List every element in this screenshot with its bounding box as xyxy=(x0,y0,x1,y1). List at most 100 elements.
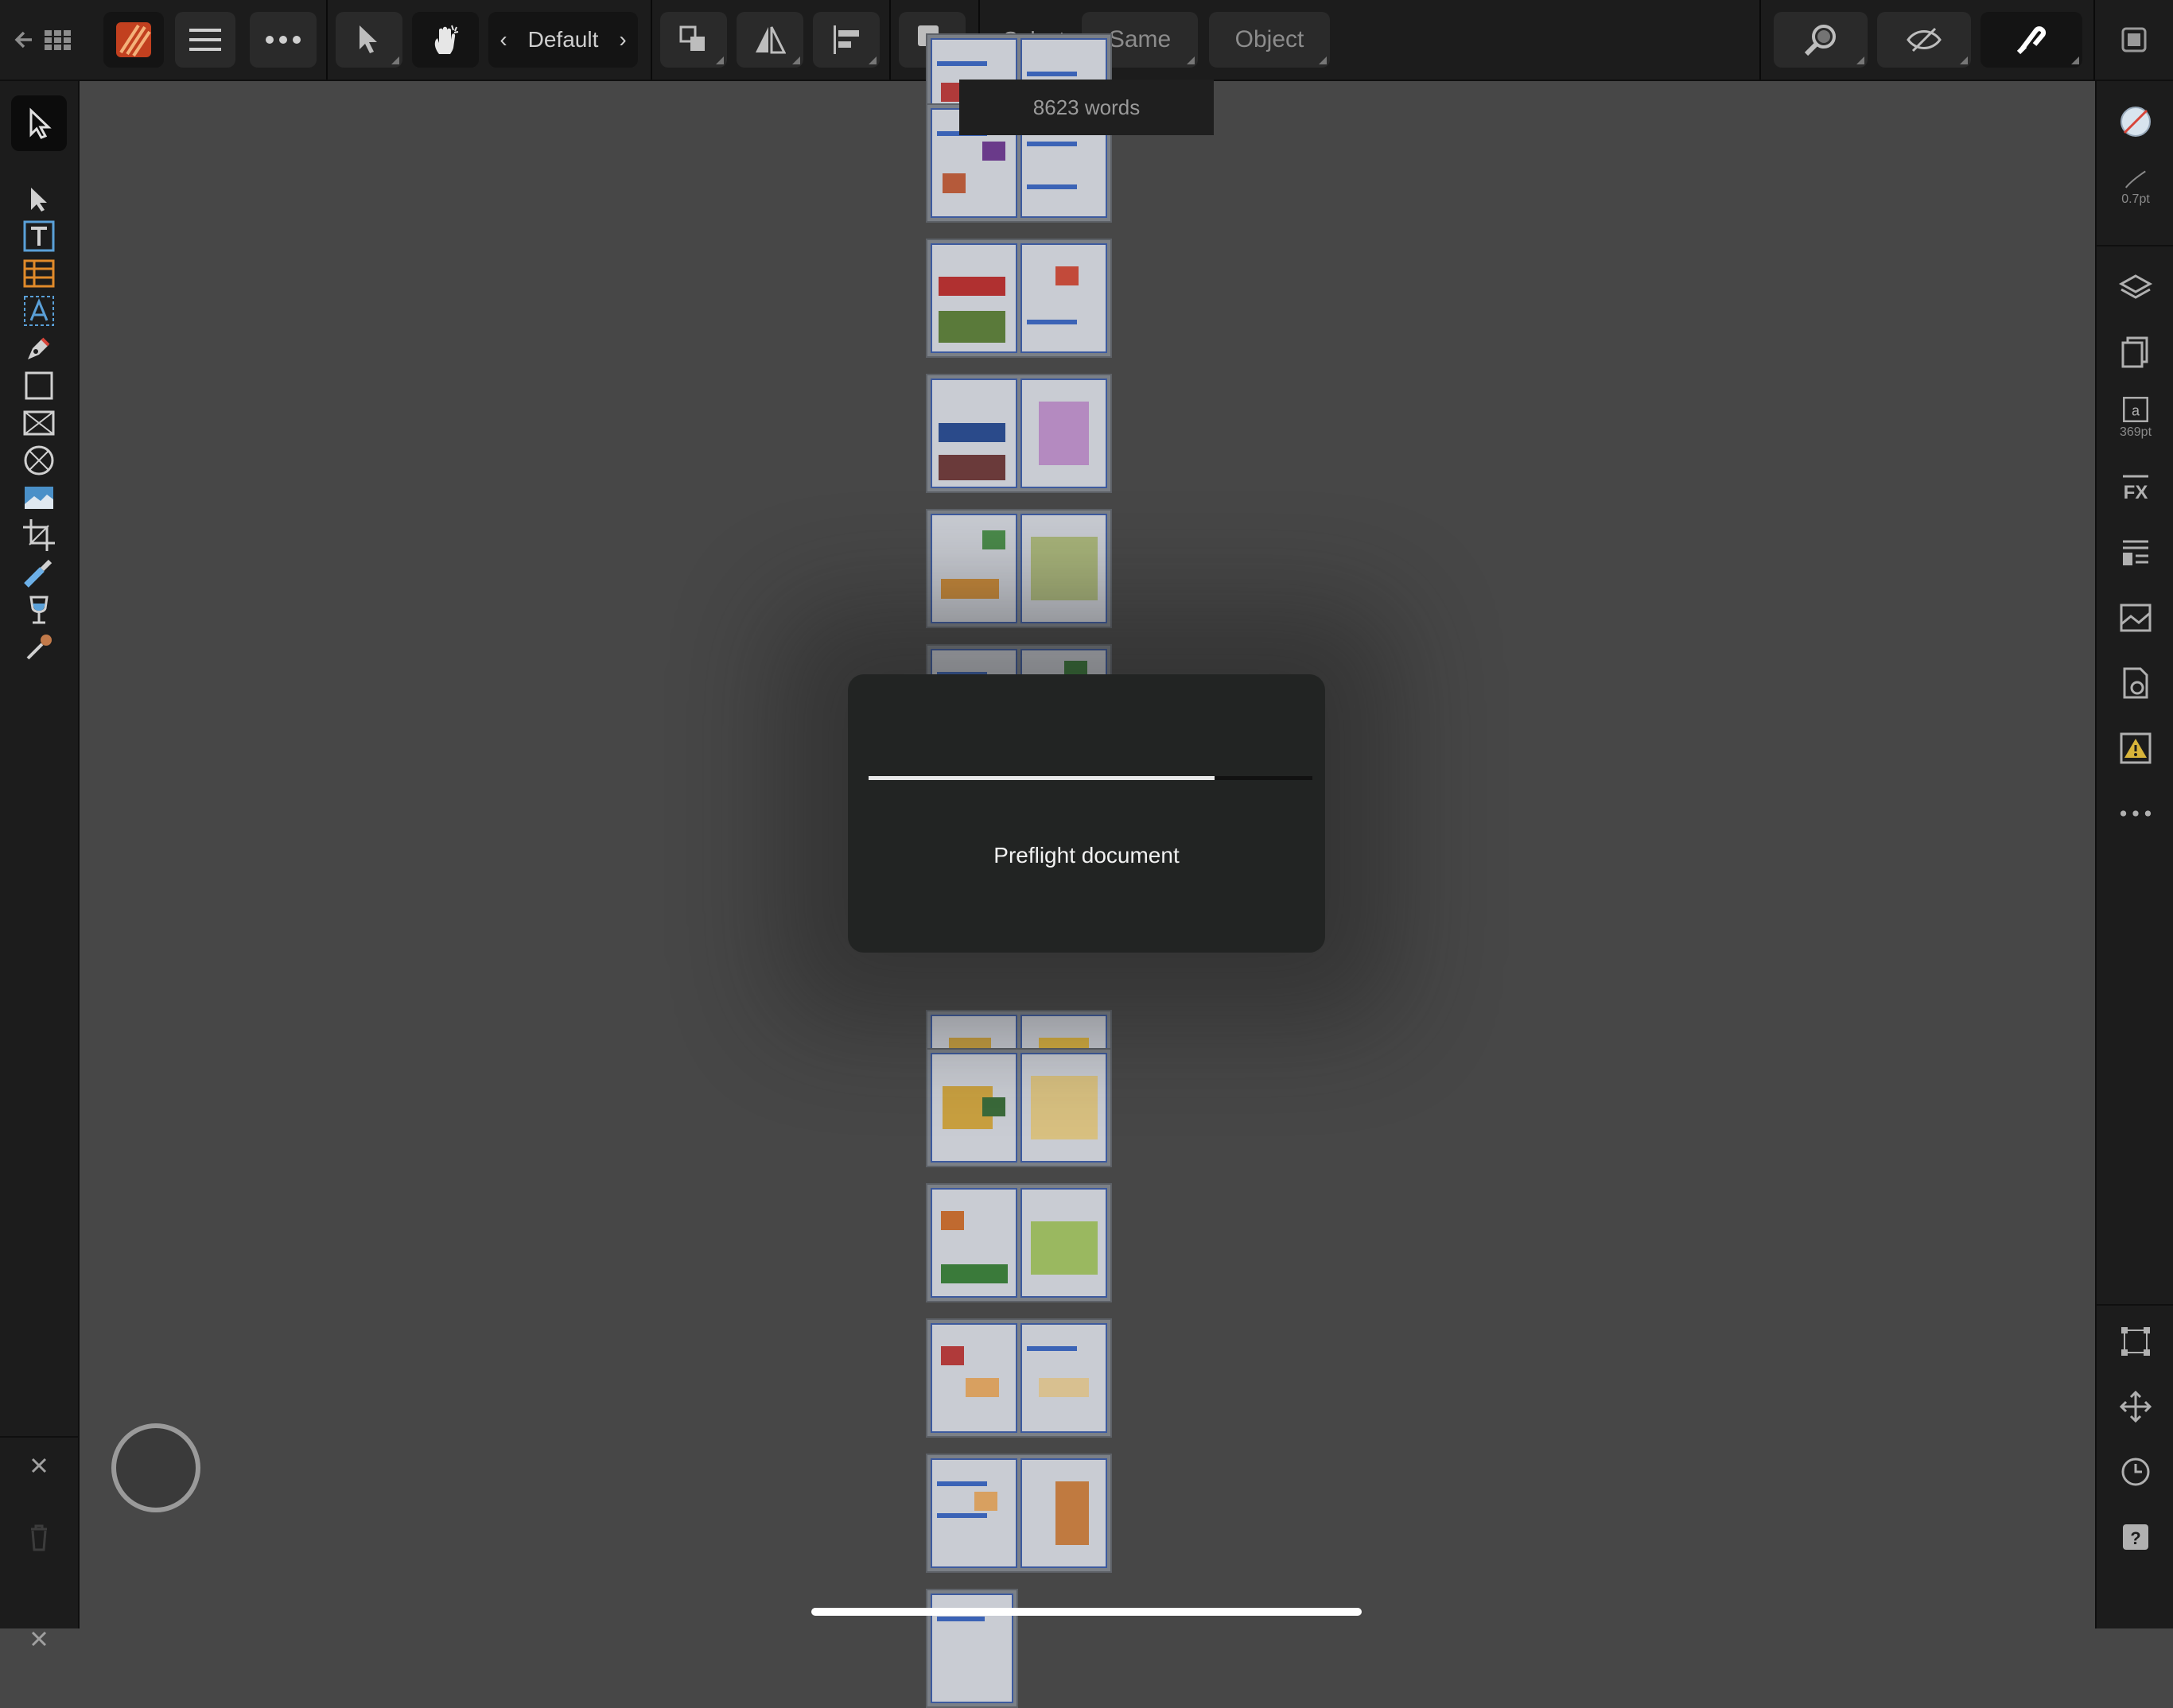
preset-label: Default xyxy=(527,27,599,52)
progress-dialog: Preflight document xyxy=(848,674,1325,953)
magnet-snapping-icon xyxy=(2016,26,2046,55)
document-menu-button[interactable] xyxy=(175,12,235,68)
word-count-text: 8623 words xyxy=(1032,95,1141,119)
stock-images-icon xyxy=(2120,604,2152,632)
publisher-persona-icon xyxy=(116,22,151,57)
help-button[interactable]: ? xyxy=(2108,1509,2163,1565)
close-icon xyxy=(31,1631,47,1647)
pages-icon xyxy=(2121,336,2148,368)
dismiss-button[interactable] xyxy=(11,1438,67,1493)
quick-action-circle-button[interactable] xyxy=(111,1423,200,1512)
arrow-cursor-icon xyxy=(360,25,377,53)
text-size-value: 369pt xyxy=(2119,425,2152,439)
arrange-button[interactable] xyxy=(660,12,727,68)
window-toggle-button[interactable] xyxy=(2106,12,2162,68)
stock-studio-button[interactable] xyxy=(2108,590,2163,646)
select-object-button[interactable]: Object xyxy=(1209,12,1330,68)
page-spread[interactable] xyxy=(926,374,1112,493)
more-options-button[interactable] xyxy=(250,12,317,68)
studio-panel: 0.7pt a 369pt FX ? xyxy=(2095,81,2173,1628)
progress-fill xyxy=(869,776,1215,780)
text-styles-icon xyxy=(2123,540,2148,565)
color-picker-tool[interactable] xyxy=(11,619,67,675)
word-count-tooltip: 8623 words xyxy=(959,80,1214,135)
hand-touch-icon xyxy=(434,25,459,54)
ellipsis-icon xyxy=(266,36,301,44)
fill-stroke-swatch[interactable] xyxy=(2108,94,2163,149)
close-x-icon xyxy=(31,1458,47,1473)
tools-panel xyxy=(0,81,80,1647)
preset-prev-icon[interactable]: ‹ xyxy=(500,27,507,52)
layers-icon xyxy=(2118,274,2153,299)
select-mode-button[interactable] xyxy=(336,12,402,68)
back-to-documents-button[interactable] xyxy=(11,12,84,68)
svg-text:FX: FX xyxy=(2124,482,2148,503)
page-spread[interactable] xyxy=(926,1048,1112,1167)
document-settings-button[interactable] xyxy=(2108,655,2163,711)
eye-view-icon xyxy=(1907,27,1942,52)
toolbar-separator xyxy=(326,0,328,80)
stroke-width-value: 0.7pt xyxy=(2121,192,2150,206)
character-icon: a xyxy=(2123,397,2148,422)
stroke-width-control[interactable]: 0.7pt xyxy=(2108,159,2163,215)
history-button[interactable] xyxy=(2108,1444,2163,1500)
transform-bbox-icon xyxy=(2121,1327,2150,1356)
layers-studio-button[interactable] xyxy=(2108,259,2163,315)
trash-icon xyxy=(31,1524,47,1551)
toolbar-separator xyxy=(889,0,891,80)
character-studio-button[interactable]: a 369pt xyxy=(2108,390,2163,445)
zoom-view-button[interactable] xyxy=(1774,12,1868,68)
transform-button[interactable] xyxy=(2108,1314,2163,1369)
home-indicator[interactable] xyxy=(811,1608,1362,1616)
color-swatch-icon xyxy=(2121,107,2151,137)
arrange-icon xyxy=(679,25,705,51)
progress-bar xyxy=(869,776,1312,780)
navigator-button[interactable] xyxy=(2108,1379,2163,1434)
delete-button[interactable] xyxy=(11,1509,67,1565)
flip-icon xyxy=(756,26,786,54)
tools-separator xyxy=(0,1436,78,1438)
magnifier-icon xyxy=(1804,25,1836,56)
svg-text:?: ? xyxy=(2130,1528,2140,1548)
back-grid-icon xyxy=(14,30,71,50)
close-selection-button[interactable] xyxy=(11,1611,67,1667)
move-arrows-icon xyxy=(2119,1390,2152,1423)
more-studios-button[interactable] xyxy=(2108,786,2163,841)
page-spread[interactable] xyxy=(926,239,1112,358)
preflight-warning-icon xyxy=(2120,732,2152,764)
svg-text:a: a xyxy=(2132,402,2140,418)
history-clock-icon xyxy=(2121,1458,2150,1486)
toolbar-separator xyxy=(2093,0,2095,80)
document-gear-icon xyxy=(2123,667,2148,699)
toolbar-separator xyxy=(651,0,652,80)
align-left-icon xyxy=(834,25,859,54)
touch-gesture-button[interactable] xyxy=(412,12,479,68)
fx-icon: FX xyxy=(2123,475,2148,503)
view-mode-button[interactable] xyxy=(1877,12,1971,68)
flip-button[interactable] xyxy=(737,12,803,68)
move-arrow-icon xyxy=(29,107,52,139)
window-icon xyxy=(2121,27,2147,52)
text-styles-studio-button[interactable] xyxy=(2108,525,2163,580)
move-tool[interactable] xyxy=(11,95,67,151)
page-spread[interactable] xyxy=(926,1318,1112,1438)
help-icon: ? xyxy=(2123,1524,2148,1550)
progress-message: Preflight document xyxy=(993,843,1180,868)
stroke-curve-icon xyxy=(2124,170,2146,188)
page-spread[interactable] xyxy=(926,1454,1112,1573)
preset-next-icon[interactable]: › xyxy=(619,27,626,52)
preflight-studio-button[interactable] xyxy=(2108,720,2163,776)
hamburger-menu-icon xyxy=(189,29,221,51)
page-spread[interactable] xyxy=(926,509,1112,628)
toolbar-separator xyxy=(1759,0,1761,80)
page-spread[interactable] xyxy=(926,1183,1112,1302)
snapping-button[interactable] xyxy=(1981,12,2082,68)
preset-selector[interactable]: ‹ Default › xyxy=(488,12,638,68)
persona-button[interactable] xyxy=(103,12,164,68)
align-button[interactable] xyxy=(813,12,880,68)
pages-studio-button[interactable] xyxy=(2108,324,2163,380)
page-spread[interactable] xyxy=(926,1589,1018,1708)
eyedropper-icon xyxy=(26,635,52,660)
effects-studio-button[interactable]: FX xyxy=(2108,460,2163,515)
more-dots-icon xyxy=(2120,810,2152,817)
